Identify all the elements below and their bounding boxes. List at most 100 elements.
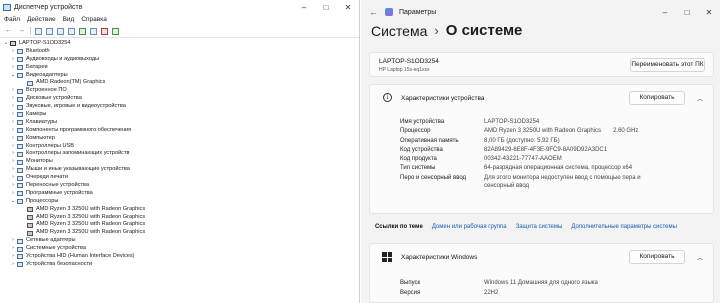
chevron-right-icon[interactable]: › [10,103,16,111]
tree-item[interactable]: AMD Radeon(TM) Graphics [0,79,359,87]
chevron-right-icon[interactable]: › [10,158,16,166]
back-arrow-icon[interactable]: ← [369,7,378,17]
chevron-right-icon[interactable]: › [10,95,16,103]
tree-item[interactable]: › Контроллеры запоминающих устройств [0,150,359,158]
pc-name-card: LAPTOP-S1OD3254 HP Laptop 15s-eq1xxx Пер… [369,52,714,77]
chevron-right-icon[interactable]: › [10,56,16,64]
copy-device-specs-button[interactable]: Копировать [629,91,685,105]
properties-icon[interactable] [46,27,53,35]
chevron-right-icon[interactable]: › [10,190,16,198]
tree-item[interactable]: › Bluetooth [0,48,359,56]
related-links-label: Ссылки по теме [375,224,423,230]
chevron-right-icon[interactable]: › [10,48,16,56]
chevron-right-icon[interactable]: › [10,237,16,245]
spec-key: Имя устройства [400,119,445,125]
menu-view[interactable]: Вид [63,16,75,23]
uninstall-device-icon[interactable] [101,27,108,35]
chevron-down-icon[interactable]: ⌄ [10,72,16,80]
help-icon[interactable] [57,27,64,35]
tree-item[interactable]: › Программные устройства [0,190,359,198]
scan-hardware-icon[interactable] [79,27,86,35]
link-domain-workgroup[interactable]: Домен или рабочая группа [432,224,507,230]
close-icon[interactable]: ✕ [698,8,720,17]
chevron-right-icon[interactable]: › [10,245,16,253]
tree-item[interactable]: ⌄ Видеоадаптеры [0,72,359,80]
windows-specs-list: Выпуск Windows 11 Домашняя для одного язы… [400,278,598,298]
tree-item[interactable]: AMD Ryzen 3 3250U with Radeon Graphics [0,221,359,229]
windows-specs-card: Характеристики Windows Копировать ︿ Выпу… [369,243,714,303]
chevron-right-icon[interactable]: › [10,127,16,135]
tree-item[interactable]: › Сетевые адаптеры [0,237,359,245]
tree-item-label: Программные устройства [26,189,93,196]
tree-item-label: Процессоры [26,197,59,204]
chevron-up-icon[interactable]: ︿ [697,94,703,103]
tree-item[interactable]: AMD Ryzen 3 3250U with Radeon Graphics [0,214,359,222]
device-category-icon [17,175,23,181]
tree-item[interactable]: › Камеры [0,111,359,119]
spec-key: Код устройства [400,146,443,153]
tree-item[interactable]: › Аудиовходы и аудиовыходы [0,56,359,64]
monitor-icon[interactable] [90,27,97,35]
back-arrow-icon[interactable]: ← [4,27,13,35]
settings-app-icon [385,8,393,16]
tree-item[interactable]: › Звуковые, игровые и видеоустройства [0,103,359,111]
show-hide-tree-icon[interactable] [35,27,42,35]
tree-item[interactable]: › Переносные устройства [0,182,359,190]
tree-item[interactable]: ⌄ Процессоры [0,198,359,206]
chevron-right-icon[interactable]: › [10,119,16,127]
chevron-up-icon[interactable]: ︿ [697,253,703,262]
chevron-right-icon[interactable]: › [10,150,16,158]
chevron-down-icon[interactable]: ⌄ [10,198,16,206]
copy-windows-specs-button[interactable]: Копировать [629,250,685,264]
close-icon[interactable]: ✕ [337,3,359,12]
tree-item[interactable]: › Очереди печати [0,174,359,182]
menu-file[interactable]: Файл [4,16,20,23]
maximize-icon[interactable]: □ [315,3,337,12]
chevron-right-icon[interactable]: › [10,111,16,119]
breadcrumb-system[interactable]: Система [371,23,427,39]
tree-item[interactable]: › Компоненты программного обеспечения [0,127,359,135]
chevron-right-icon[interactable]: › [10,87,16,95]
spec-row: Перо и сенсорный ввод Для этого монитора … [400,174,654,190]
spec-row: Версия 22H2 [400,288,598,298]
tree-item[interactable]: › Устройства безопасности [0,261,359,269]
chevron-right-icon[interactable]: › [10,253,16,261]
tree-item[interactable]: › Системные устройства [0,245,359,253]
menu-help[interactable]: Справка [81,16,107,23]
menu-action[interactable]: Действие [27,16,56,23]
device-manager-window: Диспетчер устройств – □ ✕ Файл Действие … [0,0,360,303]
chevron-right-icon[interactable]: › [10,166,16,174]
chevron-right-icon[interactable]: › [10,143,16,151]
rename-pc-button[interactable]: Переименовать этот ПК [630,58,705,72]
minimize-icon[interactable]: – [293,3,315,12]
add-device-icon[interactable] [112,27,119,35]
minimize-icon[interactable]: – [654,8,676,17]
chevron-right-icon[interactable]: › [10,174,16,182]
link-system-protection[interactable]: Защита системы [516,224,563,230]
tree-item[interactable]: › Дисковые устройства [0,95,359,103]
chevron-right-icon[interactable]: › [10,182,16,190]
spec-value: 82A89429-6E8F-4F3E-9FC9-8A09D92A3DC1 [484,146,608,153]
chevron-down-icon[interactable]: ⌄ [3,40,9,48]
settings-window: ← Параметры – □ ✕ Система › О системе LA… [361,0,720,303]
chevron-right-icon[interactable]: › [10,135,16,143]
forward-arrow-icon[interactable]: → [17,27,26,35]
chevron-right-icon[interactable]: › [10,261,16,269]
tree-item[interactable]: AMD Ryzen 3 3250U with Radeon Graphics [0,206,359,214]
tree-item-label: Батареи [26,63,48,70]
link-advanced-system-settings[interactable]: Дополнительные параметры системы [571,224,677,230]
tree-item[interactable]: › Компьютер [0,135,359,143]
tree-item[interactable]: › Батареи [0,64,359,72]
device-category-icon [17,183,23,189]
tree-item[interactable]: ⌄ LAPTOP-S1OD3254 [0,40,359,48]
device-specs-header[interactable]: i Характеристики устройства Копировать ︿ [370,85,713,111]
spec-key: Выпуск [400,280,421,286]
tree-item[interactable]: › Мыши и иные указывающие устройства [0,166,359,174]
update-driver-icon[interactable] [68,27,75,35]
maximize-icon[interactable]: □ [676,8,698,17]
tree-item[interactable]: › Клавиатуры [0,119,359,127]
processor-icon [27,230,33,236]
chevron-right-icon[interactable]: › [10,64,16,72]
tree-item[interactable]: AMD Ryzen 3 3250U with Radeon Graphics [0,229,359,237]
tree-item[interactable]: › Устройства HID (Human Interface Devices… [0,253,359,261]
